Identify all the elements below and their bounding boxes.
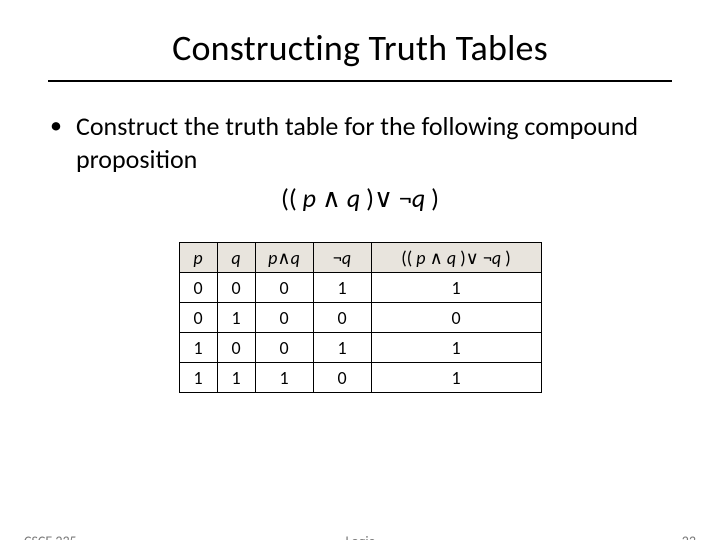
title-underline <box>48 80 672 82</box>
col-header-full: (( p ∧ q )∨ ¬q ) <box>371 243 541 273</box>
cell-nq: 1 <box>313 333 371 363</box>
cell-nq: 0 <box>313 303 371 333</box>
table-row: 10011 <box>179 333 541 363</box>
cell-full: 1 <box>371 333 541 363</box>
col-header-pandq: p∧q <box>255 243 313 273</box>
slide-footer: CSCE 235 Logic 23 <box>0 533 720 540</box>
cell-q: 1 <box>217 363 255 393</box>
cell-nq: 0 <box>313 363 371 393</box>
truth-table-container: p q p∧q ¬q (( p ∧ q )∨ ¬q ) 000110100010… <box>0 242 720 393</box>
cell-full: 0 <box>371 303 541 333</box>
cell-p: 0 <box>179 303 217 333</box>
col-header-q: q <box>217 243 255 273</box>
cell-pq: 0 <box>255 333 313 363</box>
cell-pq: 0 <box>255 273 313 303</box>
page-title: Constructing Truth Tables <box>0 26 720 70</box>
bullet-text: Construct the truth table for the follow… <box>76 110 672 176</box>
bullet-marker: • <box>50 110 62 142</box>
cell-p: 1 <box>179 333 217 363</box>
footer-course-code: CSCE 235 <box>24 533 77 540</box>
truth-table: p q p∧q ¬q (( p ∧ q )∨ ¬q ) 000110100010… <box>179 242 542 393</box>
body-content: • Construct the truth table for the foll… <box>48 110 672 214</box>
footer-topic: Logic <box>0 533 720 540</box>
truth-table-body: 00011010001001111101 <box>179 273 541 393</box>
cell-pq: 1 <box>255 363 313 393</box>
cell-pq: 0 <box>255 303 313 333</box>
bullet-item: • Construct the truth table for the foll… <box>48 110 672 176</box>
cell-q: 1 <box>217 303 255 333</box>
cell-p: 0 <box>179 273 217 303</box>
cell-q: 0 <box>217 273 255 303</box>
compound-proposition-formula: (( p ∧ q )∨ ¬q ) <box>48 182 672 214</box>
cell-full: 1 <box>371 363 541 393</box>
table-row: 00011 <box>179 273 541 303</box>
cell-nq: 1 <box>313 273 371 303</box>
cell-q: 0 <box>217 333 255 363</box>
table-row: 01000 <box>179 303 541 333</box>
cell-p: 1 <box>179 363 217 393</box>
col-header-notq: ¬q <box>313 243 371 273</box>
cell-full: 1 <box>371 273 541 303</box>
table-row: 11101 <box>179 363 541 393</box>
col-header-p: p <box>179 243 217 273</box>
table-header-row: p q p∧q ¬q (( p ∧ q )∨ ¬q ) <box>179 243 541 273</box>
footer-page-number: 23 <box>682 533 696 540</box>
